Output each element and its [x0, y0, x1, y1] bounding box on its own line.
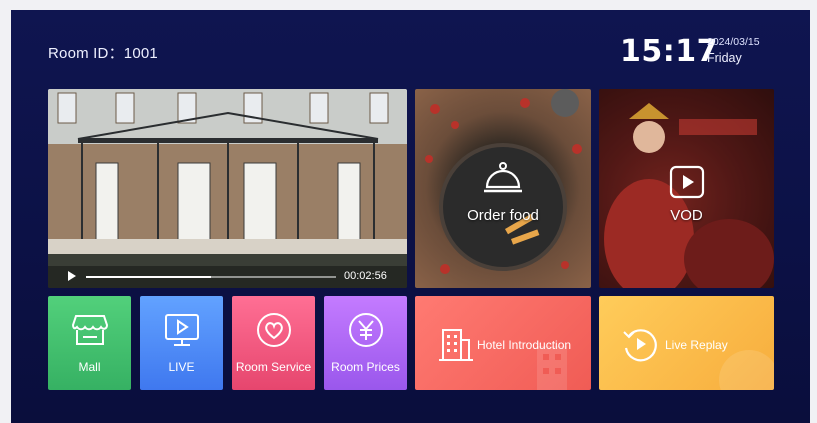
- yen-icon: [347, 312, 385, 348]
- play-icon[interactable]: [68, 271, 76, 281]
- video-elapsed-time: 00:02:56: [344, 270, 387, 282]
- room-service-label: Room Service: [235, 360, 312, 374]
- hotel-facade-image: [48, 89, 407, 288]
- clock-date: 2024/03/15: [707, 36, 760, 48]
- room-id: Room ID：1001: [48, 45, 158, 62]
- video-controls: 00:02:56: [48, 266, 407, 288]
- live-replay-tile[interactable]: Live Replay: [599, 296, 774, 390]
- heart-icon: [255, 312, 293, 348]
- hotel-introduction-tile[interactable]: Hotel Introduction: [415, 296, 591, 390]
- building-icon: [437, 326, 475, 362]
- hotel-introduction-label: Hotel Introduction: [477, 338, 572, 352]
- clock-time: 15:17: [620, 34, 718, 69]
- room-prices-label: Room Prices: [331, 360, 400, 374]
- mall-label: Mall: [78, 360, 101, 374]
- store-icon: [71, 312, 109, 348]
- play-icon: [599, 165, 774, 204]
- live-tile[interactable]: LIVE: [140, 296, 223, 390]
- tv-icon: [163, 312, 201, 348]
- mall-tile[interactable]: Mall: [48, 296, 131, 390]
- room-prices-tile[interactable]: Room Prices: [324, 296, 407, 390]
- live-replay-label: Live Replay: [665, 338, 728, 352]
- vod-label: VOD: [670, 207, 703, 224]
- seek-progress: [86, 276, 211, 278]
- seek-bar[interactable]: [86, 276, 336, 278]
- replay-icon: [621, 326, 659, 362]
- order-food-label: Order food: [467, 207, 539, 224]
- live-label: LIVE: [168, 360, 195, 374]
- vod-tile[interactable]: VOD: [599, 89, 774, 288]
- room-service-tile[interactable]: Room Service: [232, 296, 315, 390]
- cloche-icon: [415, 161, 591, 200]
- video-player[interactable]: 00:02:56: [48, 89, 407, 288]
- clock-weekday: Friday: [707, 51, 742, 65]
- order-food-tile[interactable]: Order food: [415, 89, 591, 288]
- tv-home-screen: Room ID：1001 15:17 2024/03/15 Friday 00:…: [11, 10, 810, 423]
